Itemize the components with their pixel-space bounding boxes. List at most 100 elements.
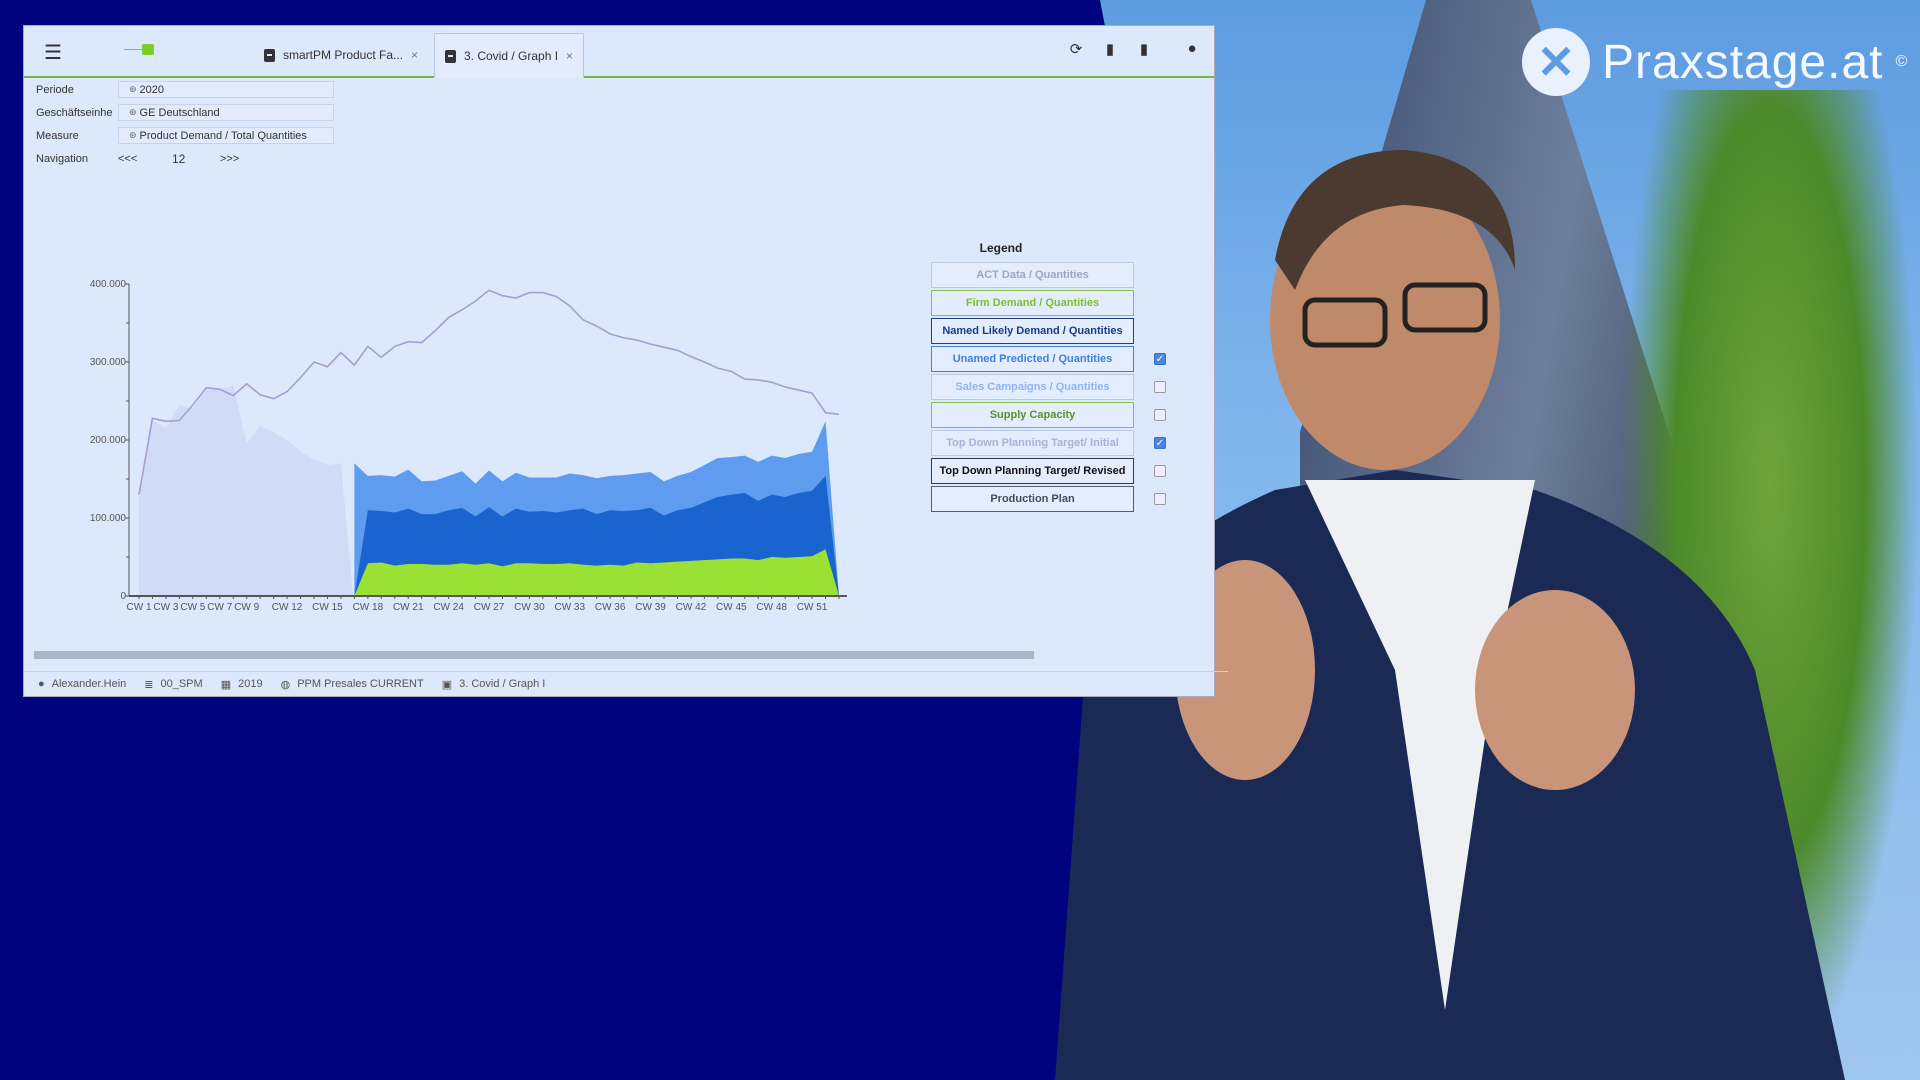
filter-label: Navigation [36,152,88,165]
top-bar: ☰ smartPM Product Fa... × 3. Covid / Gra… [24,26,1214,78]
legend-checkbox[interactable]: ✓ [1154,437,1166,449]
status-database-label: 00_SPM [160,678,203,690]
toolbar-icons: ⟳ ▮ ▮ ● [1068,40,1200,58]
filter-label: Geschäftseinhe [36,106,113,119]
legend-item-label[interactable]: Supply Capacity [931,402,1134,428]
x-tick-label: CW 45 [716,602,747,613]
legend-item-label[interactable]: Top Down Planning Target/ Initial [931,430,1134,456]
excel-export-icon[interactable]: ▮ [1136,40,1152,58]
y-tick-label: 400.000 [90,279,127,290]
y-tick-label: 200.000 [90,435,127,446]
y-tick-label: 300.000 [90,357,127,368]
status-year-label: 2019 [238,678,263,690]
chart-svg: 0100.000200.000300.000400.000CW 1 CW 3 CW … [90,279,847,613]
legend-item-label[interactable]: Firm Demand / Quantities [931,290,1134,316]
measure-select[interactable]: ⊛ Product Demand / Total Quantities [118,127,334,144]
select-value: Product Demand / Total Quantities [139,129,307,142]
x-tick-label: CW 51 [797,602,828,613]
x-tick-label: CW 27 [474,602,505,613]
legend-item-label[interactable]: Unamed Predicted / Quantities [931,346,1134,372]
prev-page-button[interactable]: <<< [118,153,172,165]
x-tick-label: CW 5 [180,602,205,613]
filter-label: Measure [36,129,79,142]
x-tick-label: CW 21 [393,602,424,613]
status-user-label: Alexander.Hein [51,678,127,690]
y-tick-label: 100.000 [90,513,127,524]
next-page-button[interactable]: >>> [220,153,274,165]
filter-measure: Measure ⊛ Product Demand / Total Quantiti… [36,124,334,147]
legend-item: Top Down Planning Target/ Revised [931,457,1171,485]
database-icon: ≣ [144,678,154,691]
user-icon: ● [38,678,45,690]
praxstage-brand: ✕ Praxstage.at © [1522,28,1907,96]
user-icon[interactable]: ● [1184,40,1200,58]
status-database: ≣ 00_SPM [144,678,202,691]
tab-label: smartPM Product Fa... [283,48,404,62]
x-tick-label: CW 7 [207,602,232,613]
legend-item: Supply Capacity [931,401,1171,429]
x-tick-label: CW 36 [595,602,626,613]
filter-panel: Periode ⊛ 2020 Geschäftseinhe ⊛ GE Deutsch… [36,78,334,170]
status-user: ● Alexander.Hein [38,678,126,690]
demand-chart: 0 100.000 200.000 300.000 400.000 CW 1 CW 3 CW … [54,251,934,631]
x-tick-label: CW 9 [234,602,259,613]
current-page: 12 [172,151,186,166]
legend-item-label[interactable]: Top Down Planning Target/ Revised [931,458,1134,484]
x-tick-label: CW 3 [153,602,178,613]
close-tab-icon[interactable]: × [566,49,573,63]
x-tick-label: CW 1 [127,602,152,613]
navigation-pager: <<< 12 >>> [118,152,274,166]
x-tick-label: CW 33 [554,602,585,613]
dropdown-icon: ⊛ [129,84,137,94]
legend-checkbox[interactable] [1154,409,1166,421]
status-report: ▣ 3. Covid / Graph I [442,678,546,691]
legend-item-label[interactable]: Production Plan [931,486,1134,512]
tab-smartpm-product[interactable]: smartPM Product Fa... × [254,33,428,77]
app-window: ☰ smartPM Product Fa... × 3. Covid / Gra… [23,25,1228,697]
horizontal-scrollbar[interactable] [34,651,1034,659]
brand-name: Praxstage.at [1602,35,1884,89]
praxstage-logo-icon: ✕ [1522,28,1590,96]
legend-item: Firm Demand / Quantities [931,289,1171,317]
legend-item: Production Plan [931,485,1171,513]
hamburger-icon[interactable]: ☰ [44,40,62,65]
globe-icon: ◍ [280,678,291,691]
copyright-mark: © [1895,53,1908,70]
x-tick-label: CW 30 [514,602,545,613]
status-scenario: ◍ PPM Presales CURRENT [281,678,424,691]
select-value: GE Deutschland [139,106,220,119]
legend-item: Sales Campaigns / Quantities [931,373,1171,401]
status-report-label: 3. Covid / Graph I [459,678,546,690]
y-tick-label: 0 [120,591,126,602]
legend-checkbox[interactable]: ✓ [1154,353,1166,365]
legend-item: Top Down Planning Target/ Initial ✓ [931,429,1171,457]
x-tick-label: CW 42 [676,602,707,613]
filter-periode: Periode ⊛ 2020 [36,78,334,101]
legend-item: ACT Data / Quantities [931,261,1171,289]
legend-checkbox[interactable] [1154,493,1166,505]
legend-checkbox[interactable] [1154,465,1166,477]
legend-title: Legend [979,241,1023,255]
refresh-icon[interactable]: ⟳ [1068,40,1084,58]
x-tick-label: CW 12 [272,602,303,613]
periode-select[interactable]: ⊛ 2020 [118,81,334,98]
act-data-area [139,385,354,596]
x-tick-label: CW 18 [353,602,384,613]
geschaeftseinheit-select[interactable]: ⊛ GE Deutschland [118,104,334,121]
clipboard-icon [445,49,456,63]
dropdown-icon: ⊛ [129,107,137,117]
legend-item: Unamed Predicted / Quantities ✓ [931,345,1171,373]
app-logo-icon[interactable] [124,42,164,58]
x-tick-label: CW 24 [433,602,464,613]
x-tick-label: CW 48 [756,602,787,613]
legend-item-label[interactable]: Named Likely Demand / Quantities [931,318,1134,344]
calendar-icon: ▦ [220,678,232,691]
legend-item: Named Likely Demand / Quantities [931,317,1171,345]
legend-checkbox[interactable] [1154,381,1166,393]
legend-item-label[interactable]: Sales Campaigns / Quantities [931,374,1134,400]
tab-covid-graph[interactable]: 3. Covid / Graph I × [434,33,585,78]
pdf-export-icon[interactable]: ▮ [1102,40,1118,58]
filter-label: Periode [36,83,74,96]
close-tab-icon[interactable]: × [411,48,418,62]
legend-item-label[interactable]: ACT Data / Quantities [931,262,1134,288]
